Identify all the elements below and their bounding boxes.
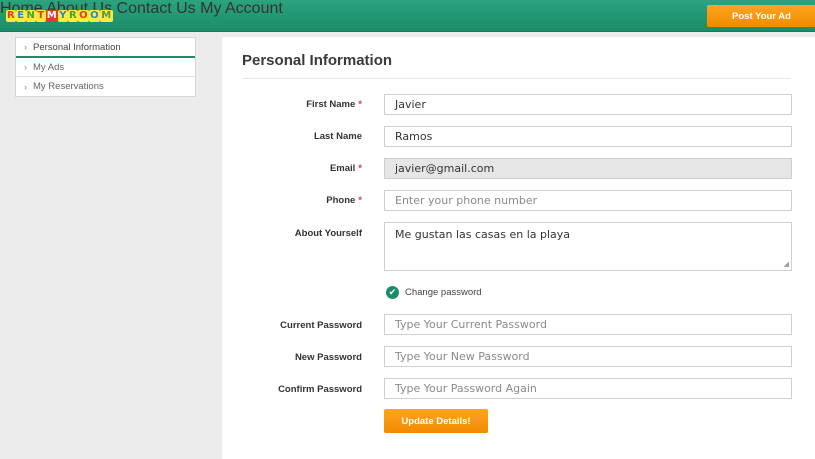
resize-handle-icon[interactable]: ◢ xyxy=(784,261,789,268)
current-password-input[interactable]: Type Your Current Password xyxy=(384,314,792,335)
check-circle-icon: ✔ xyxy=(386,286,399,299)
new-password-label: New Password xyxy=(294,352,362,363)
last-name-label: Last Name xyxy=(313,131,362,142)
nav-my-account-link[interactable]: My Account xyxy=(200,0,283,17)
sidebar-item-label: Personal Information xyxy=(33,41,121,53)
sidebar-item-my-ads[interactable]: › My Ads xyxy=(16,58,195,77)
sidebar-item-personal-information[interactable]: › Personal Information xyxy=(16,38,195,58)
new-password-input[interactable]: Type Your New Password xyxy=(384,346,792,367)
change-password-label: Change password xyxy=(405,287,482,298)
about-yourself-textarea[interactable]: Me gustan las casas en la playa ◢ xyxy=(384,222,792,271)
sidebar-item-label: My Reservations xyxy=(33,81,104,92)
phone-label: Phone * xyxy=(326,195,362,206)
last-name-input[interactable]: Ramos xyxy=(384,126,792,147)
post-your-ad-button[interactable]: Post Your Ad xyxy=(707,5,815,27)
change-password-toggle[interactable]: ✔ Change password xyxy=(386,286,482,299)
first-name-input[interactable]: Javier xyxy=(384,94,792,115)
account-sidebar: › Personal Information › My Ads › My Res… xyxy=(15,37,196,97)
site-logo[interactable]: RENTMYROOM xyxy=(6,10,113,22)
current-password-label: Current Password xyxy=(280,320,362,331)
nav-contact-link[interactable]: Contact Us xyxy=(117,0,196,17)
email-label: Email * xyxy=(329,163,362,174)
confirm-password-label: Confirm Password xyxy=(278,384,362,395)
sidebar-item-my-reservations[interactable]: › My Reservations xyxy=(16,77,195,96)
chevron-right-icon: › xyxy=(24,62,27,72)
top-nav-bar: RENTMYROOM Home About Us Contact Us My A… xyxy=(0,0,815,32)
title-divider xyxy=(242,78,791,79)
about-yourself-text: Me gustan las casas en la playa xyxy=(395,228,571,241)
phone-input[interactable]: Enter your phone number xyxy=(384,190,792,211)
sidebar-item-label: My Ads xyxy=(33,61,65,73)
personal-information-panel: Personal Information First Name * Javier … xyxy=(222,37,815,459)
chevron-right-icon: › xyxy=(24,81,27,92)
first-name-label: First Name * xyxy=(306,99,362,110)
page-title: Personal Information xyxy=(242,52,393,69)
about-yourself-label: About Yourself xyxy=(294,228,362,239)
chevron-right-icon: › xyxy=(24,42,27,52)
update-details-button[interactable]: Update Details! xyxy=(384,409,488,433)
confirm-password-input[interactable]: Type Your Password Again xyxy=(384,378,792,399)
email-input: javier@gmail.com xyxy=(384,158,792,179)
